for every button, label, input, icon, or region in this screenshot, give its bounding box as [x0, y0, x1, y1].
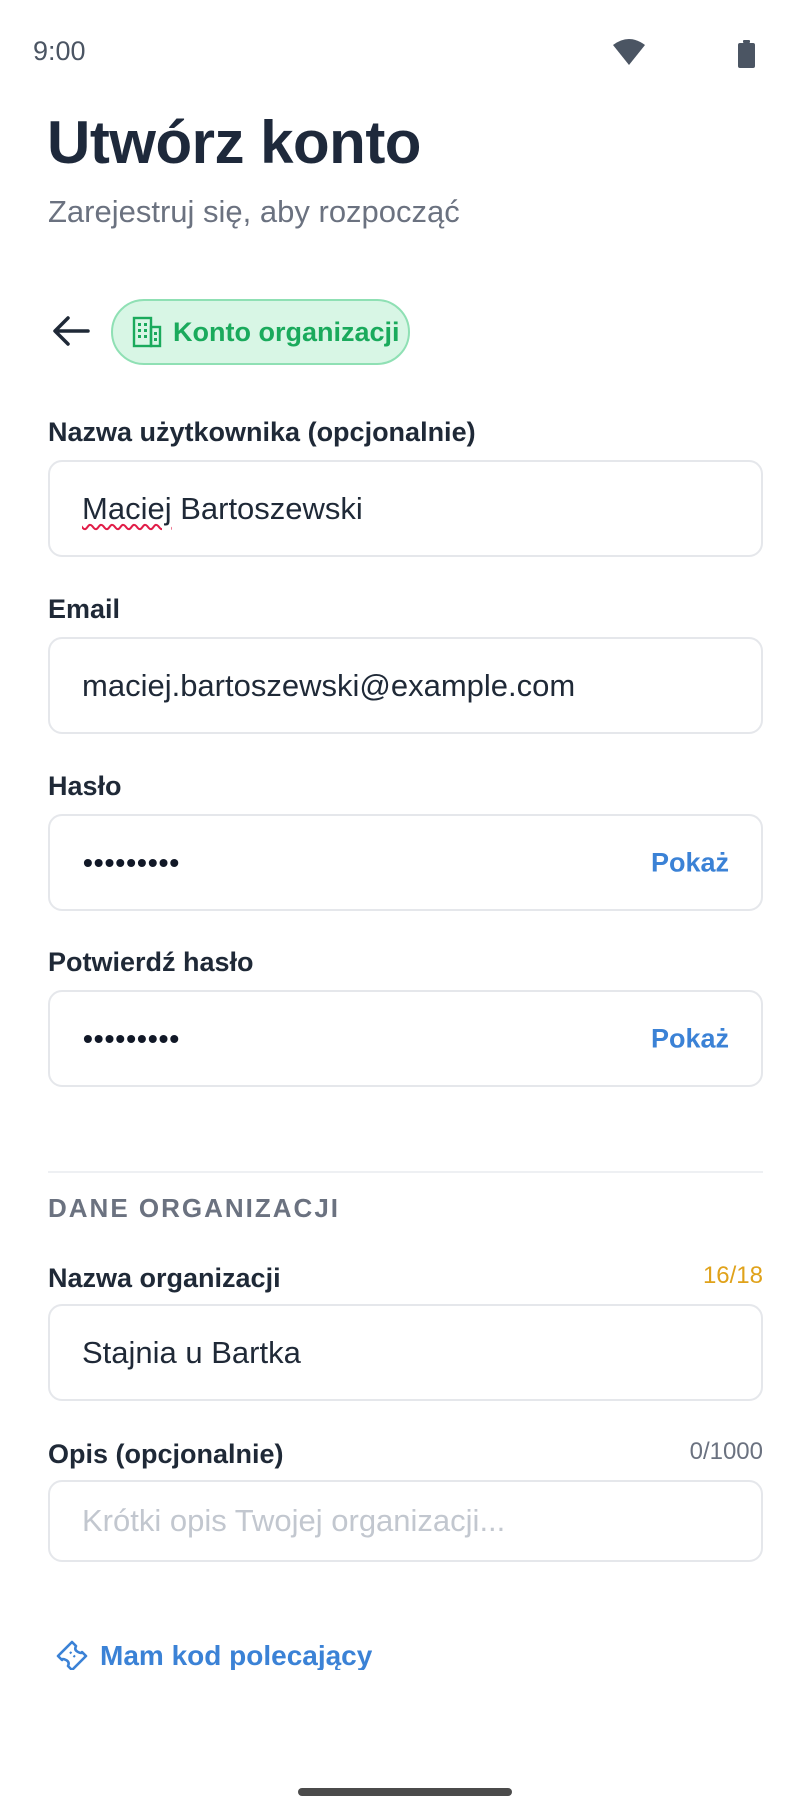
status-time: 9:00 — [33, 36, 86, 66]
show-password-button[interactable]: Pokaż — [651, 847, 729, 878]
password-field[interactable]: ••••••••• Pokaż — [48, 814, 763, 911]
organization-section-title: DANE ORGANIZACJI — [48, 1193, 341, 1223]
confirm-password-value: ••••••••• — [83, 1022, 181, 1054]
building-icon — [132, 316, 162, 348]
email-value: maciej.bartoszewski@example.com — [82, 667, 576, 703]
description-label: Opis (opcjonalnie) — [48, 1439, 284, 1469]
battery-icon — [738, 40, 755, 68]
organization-name-field[interactable]: Stajnia u Bartka — [48, 1304, 763, 1401]
account-type-label: Konto organizacji — [173, 316, 400, 347]
confirm-password-label: Potwierdź hasło — [48, 947, 254, 977]
page-subtitle: Zarejestruj się, aby rozpocząć — [48, 194, 460, 229]
email-field[interactable]: maciej.bartoszewski@example.com — [48, 637, 763, 734]
show-confirm-password-button[interactable]: Pokaż — [651, 1023, 729, 1054]
section-divider — [48, 1171, 763, 1173]
organization-name-value: Stajnia u Bartka — [82, 1334, 301, 1370]
email-label: Email — [48, 594, 121, 624]
description-field[interactable]: Krótki opis Twojej organizacji... — [48, 1480, 763, 1562]
username-last-name: Bartoszewski — [171, 490, 363, 526]
arrow-left-icon — [53, 316, 90, 346]
referral-code-link[interactable]: Mam kod polecający — [54, 1636, 372, 1670]
organization-name-label: Nazwa organizacji — [48, 1263, 281, 1293]
confirm-password-field[interactable]: ••••••••• Pokaż — [48, 990, 763, 1087]
username-value: Maciej Bartoszewski — [82, 491, 363, 527]
ticket-icon — [56, 1640, 88, 1670]
description-counter: 0/1000 — [689, 1438, 763, 1465]
password-value: ••••••••• — [83, 846, 181, 878]
page-title: Utwórz konto — [47, 109, 421, 176]
account-type-chip[interactable]: Konto organizacji — [111, 299, 410, 365]
username-label: Nazwa użytkownika (opcjonalnie) — [48, 417, 476, 447]
status-bar: 9:00 — [0, 0, 810, 106]
password-label: Hasło — [48, 771, 122, 801]
description-placeholder: Krótki opis Twojej organizacji... — [82, 1503, 506, 1538]
home-indicator[interactable] — [298, 1788, 512, 1796]
username-first-name: Maciej — [82, 490, 172, 526]
username-field[interactable]: Maciej Bartoszewski — [48, 460, 763, 557]
referral-code-label: Mam kod polecający — [100, 1640, 373, 1670]
organization-name-counter: 16/18 — [702, 1262, 763, 1289]
back-button[interactable] — [46, 306, 96, 356]
wifi-icon — [613, 39, 645, 65]
